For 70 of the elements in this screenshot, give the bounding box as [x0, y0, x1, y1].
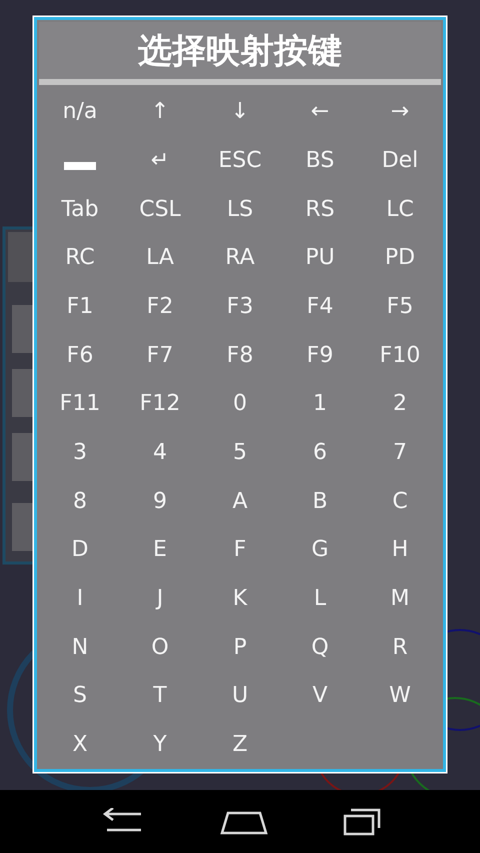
key-option[interactable]: F1 — [44, 288, 116, 325]
key-option[interactable]: J — [124, 580, 196, 617]
key-option[interactable]: O — [124, 628, 196, 666]
dialog-title: 选择映射按键 — [39, 22, 441, 80]
key-option[interactable]: C — [364, 482, 436, 520]
key-option[interactable]: ESC — [204, 142, 276, 179]
key-option[interactable]: LC — [364, 190, 436, 228]
key-option[interactable]: ↵ — [124, 142, 196, 179]
key-option[interactable]: RS — [284, 190, 356, 228]
key-option[interactable]: T — [124, 678, 196, 714]
key-option[interactable]: F — [204, 532, 276, 568]
key-option[interactable]: ← — [284, 93, 356, 130]
key-option[interactable]: F10 — [364, 336, 436, 374]
key-option[interactable]: 2 — [364, 386, 436, 422]
key-option[interactable]: F6 — [44, 336, 116, 374]
key-option[interactable]: R — [364, 628, 436, 666]
key-option[interactable]: U — [204, 678, 276, 714]
key-option[interactable]: F7 — [124, 336, 196, 374]
key-option[interactable]: 5 — [204, 434, 276, 471]
key-option[interactable]: 0 — [204, 386, 276, 422]
key-option[interactable]: ↑ — [124, 93, 196, 130]
key-option[interactable]: CSL — [124, 190, 196, 228]
key-option[interactable]: E — [124, 532, 196, 568]
key-option[interactable]: F5 — [364, 288, 436, 325]
key-option[interactable]: Tab — [44, 190, 116, 228]
key-option[interactable]: 4 — [124, 434, 196, 471]
key-option[interactable]: N — [44, 628, 116, 666]
key-option[interactable]: PU — [284, 239, 356, 276]
key-option[interactable]: D — [44, 532, 116, 568]
key-option[interactable]: F3 — [204, 288, 276, 325]
key-option[interactable]: Q — [284, 628, 356, 666]
key-option[interactable]: H — [364, 532, 436, 568]
key-option[interactable]: K — [204, 580, 276, 617]
key-option[interactable]: W — [364, 678, 436, 714]
key-option[interactable]: 6 — [284, 434, 356, 471]
key-option[interactable]: LS — [204, 190, 276, 228]
key-option[interactable]: F2 — [124, 288, 196, 325]
key-option[interactable]: M — [364, 580, 436, 617]
key-option[interactable]: P — [204, 628, 276, 666]
key-option[interactable]: BS — [284, 142, 356, 179]
space-bar-icon — [64, 162, 96, 170]
key-option[interactable]: I — [44, 580, 116, 617]
key-option[interactable]: → — [364, 93, 436, 130]
key-option[interactable]: V — [284, 678, 356, 714]
key-option[interactable]: Z — [204, 726, 276, 763]
key-option[interactable]: F12 — [124, 386, 196, 422]
key-option[interactable]: L — [284, 580, 356, 617]
key-option[interactable]: n/a — [44, 93, 116, 130]
key-option[interactable]: F8 — [204, 336, 276, 374]
recents-icon[interactable] — [343, 808, 384, 836]
key-option[interactable]: LA — [124, 239, 196, 276]
key-option[interactable]: 1 — [284, 386, 356, 422]
key-option[interactable]: F9 — [284, 336, 356, 374]
key-option[interactable]: RA — [204, 239, 276, 276]
key-option[interactable]: F11 — [44, 386, 116, 422]
key-option[interactable]: X — [44, 726, 116, 763]
key-option[interactable]: A — [204, 482, 276, 520]
key-option[interactable]: 3 — [44, 434, 116, 471]
key-option[interactable]: Del — [364, 142, 436, 179]
key-option[interactable]: ↓ — [204, 93, 276, 130]
key-option[interactable]: Y — [124, 726, 196, 763]
key-option[interactable]: 9 — [124, 482, 196, 520]
key-option[interactable]: 7 — [364, 434, 436, 471]
key-option[interactable]: RC — [44, 239, 116, 276]
key-option[interactable]: F4 — [284, 288, 356, 325]
key-option[interactable]: S — [44, 678, 116, 714]
key-option[interactable]: PD — [364, 239, 436, 276]
key-option[interactable]: 8 — [44, 482, 116, 520]
key-option[interactable]: G — [284, 532, 356, 568]
key-option[interactable]: B — [284, 482, 356, 520]
